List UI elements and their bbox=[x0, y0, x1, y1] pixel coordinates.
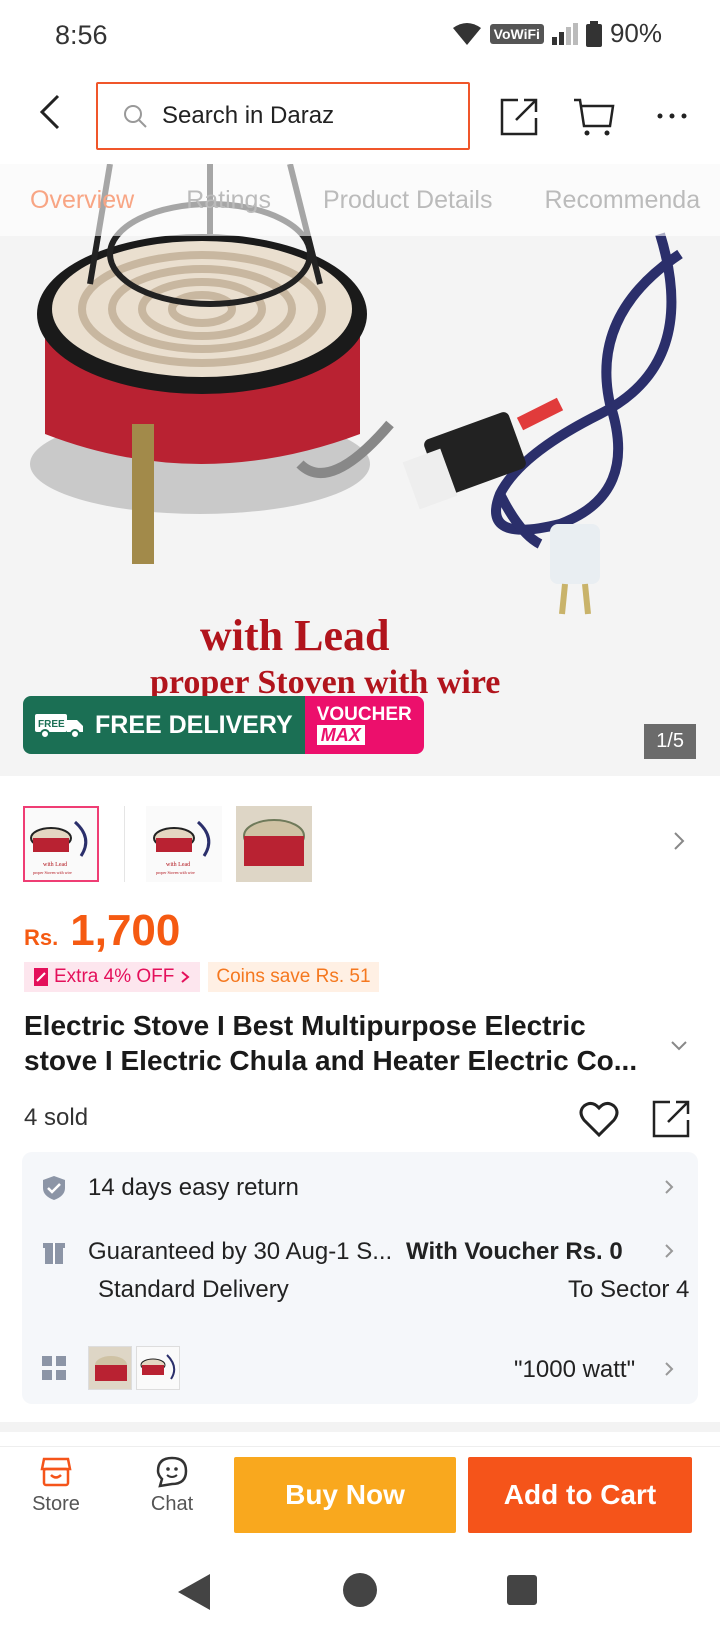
wishlist-heart-icon[interactable] bbox=[578, 1098, 620, 1140]
thumbnail-image: with Lead proper Stoven with wire bbox=[153, 820, 211, 875]
chat-icon bbox=[156, 1456, 188, 1488]
bottom-action-bar: Store Chat Buy Now Add to Cart bbox=[0, 1446, 720, 1542]
thumbnail-2[interactable]: with Lead proper Stoven with wire bbox=[146, 806, 222, 882]
service-info-card: 14 days easy return Guaranteed by 30 Aug… bbox=[22, 1152, 698, 1404]
delivery-destination: To Sector 4 bbox=[568, 1276, 690, 1303]
chevron-right-icon[interactable] bbox=[668, 830, 690, 852]
tab-recommendations[interactable]: Recommenda bbox=[544, 186, 700, 215]
variant-image bbox=[89, 1347, 131, 1389]
nav-recents-icon[interactable] bbox=[506, 1574, 538, 1606]
share-icon[interactable] bbox=[498, 94, 542, 138]
system-navigation-bar bbox=[0, 1548, 720, 1640]
thumbnail-divider bbox=[124, 806, 125, 882]
variant-row[interactable]: "1000 watt" bbox=[22, 1338, 698, 1404]
store-icon bbox=[40, 1457, 72, 1487]
coupon-icon bbox=[34, 968, 48, 986]
tab-ratings[interactable]: Ratings bbox=[186, 186, 271, 215]
vowifi-badge: VoWiFi bbox=[489, 23, 544, 44]
chevron-right-icon bbox=[181, 971, 190, 983]
product-image-gallery[interactable]: Overview Ratings Product Details Recomme… bbox=[0, 164, 720, 776]
free-delivery-voucher-badge: FREE FREE DELIVERY VOUCHER MAX bbox=[23, 696, 424, 754]
extra-off-text: Extra 4% OFF bbox=[54, 966, 175, 987]
price-currency: Rs. bbox=[24, 925, 59, 950]
nav-back-icon[interactable] bbox=[176, 1572, 212, 1612]
return-policy-text: 14 days easy return bbox=[88, 1174, 299, 1201]
thumbnail-caption-line2: proper Stoven with wire bbox=[156, 870, 195, 875]
nav-home-icon[interactable] bbox=[342, 1572, 378, 1608]
add-to-cart-button[interactable]: Add to Cart bbox=[468, 1457, 692, 1533]
buy-now-button[interactable]: Buy Now bbox=[234, 1457, 456, 1533]
store-label: Store bbox=[32, 1493, 80, 1515]
delivery-row[interactable]: Guaranteed by 30 Aug-1 S... With Voucher… bbox=[22, 1220, 698, 1338]
search-placeholder: Search in Daraz bbox=[162, 102, 335, 129]
delivery-truck-icon: FREE bbox=[35, 714, 83, 739]
more-options-icon[interactable] bbox=[650, 94, 694, 138]
variant-image bbox=[140, 1354, 176, 1380]
voucher-text: VOUCHER bbox=[316, 704, 412, 725]
chevron-right-icon bbox=[665, 1244, 674, 1258]
free-badge-text: FREE bbox=[38, 719, 65, 730]
max-text: MAX bbox=[316, 725, 365, 745]
thumbnail-caption-line2: proper Stoven with wire bbox=[33, 870, 72, 875]
thumbnail-1[interactable]: with Lead proper Stoven with wire bbox=[23, 806, 99, 882]
cart-icon[interactable] bbox=[572, 94, 616, 138]
free-delivery-text: FREE DELIVERY bbox=[95, 710, 293, 739]
voucher-max-badge: VOUCHER MAX bbox=[304, 696, 424, 754]
shield-check-icon bbox=[43, 1176, 65, 1200]
store-button[interactable]: Store bbox=[16, 1455, 96, 1516]
status-bar: 8:56 VoWiFi 90% bbox=[0, 0, 720, 72]
image-counter: 1/5 bbox=[644, 724, 696, 759]
status-time: 8:56 bbox=[55, 20, 108, 50]
thumbnail-image bbox=[236, 806, 312, 882]
chat-label: Chat bbox=[150, 1493, 194, 1515]
thumbnail-3[interactable] bbox=[236, 806, 312, 882]
variant-selected: "1000 watt" bbox=[514, 1356, 636, 1383]
chat-button[interactable]: Chat bbox=[132, 1455, 212, 1516]
signal-icon bbox=[551, 22, 578, 45]
variant-thumbnail-1 bbox=[88, 1346, 132, 1390]
coins-tag[interactable]: Coins save Rs. 51 bbox=[208, 962, 379, 992]
wifi-icon bbox=[452, 22, 481, 45]
section-divider bbox=[0, 1422, 720, 1432]
battery-percent: 90% bbox=[609, 18, 662, 48]
battery-icon bbox=[585, 20, 602, 47]
price: Rs. 1,700 bbox=[24, 906, 180, 956]
thumbnail-caption-line1: with Lead bbox=[166, 862, 190, 868]
sold-count: 4 sold bbox=[24, 1104, 89, 1131]
back-arrow-icon[interactable] bbox=[30, 90, 74, 134]
extra-off-tag[interactable]: Extra 4% OFF bbox=[24, 962, 201, 992]
image-caption-line1: with Lead bbox=[200, 611, 390, 660]
voucher-text: With Voucher Rs. 0 bbox=[406, 1238, 623, 1265]
tab-product-details[interactable]: Product Details bbox=[323, 186, 493, 215]
return-policy-row[interactable]: 14 days easy return bbox=[22, 1152, 698, 1220]
variant-thumbnail-2 bbox=[136, 1346, 180, 1390]
thumbnail-image: with Lead proper Stoven with wire bbox=[30, 820, 88, 875]
price-amount: 1,700 bbox=[70, 906, 181, 955]
delivery-type: Standard Delivery bbox=[98, 1276, 289, 1303]
top-nav: Search in Daraz bbox=[0, 72, 720, 164]
chevron-right-icon bbox=[665, 1180, 674, 1194]
search-input[interactable]: Search in Daraz bbox=[96, 82, 470, 150]
tab-overview[interactable]: Overview bbox=[30, 186, 134, 215]
thumbnail-caption-line1: with Lead bbox=[43, 862, 67, 868]
status-icons: VoWiFi 90% bbox=[452, 18, 662, 49]
guarantee-text: Guaranteed by 30 Aug-1 S... bbox=[88, 1238, 393, 1265]
promo-tags: Extra 4% OFF Coins save Rs. 51 bbox=[24, 962, 379, 992]
thumbnail-strip: with Lead proper Stoven with wire with Le… bbox=[0, 800, 720, 886]
section-tabs: Overview Ratings Product Details Recomme… bbox=[0, 164, 720, 236]
chevron-right-icon bbox=[665, 1362, 674, 1376]
search-icon bbox=[124, 105, 147, 128]
gift-box-icon bbox=[43, 1243, 65, 1264]
chevron-down-icon[interactable] bbox=[668, 1034, 690, 1056]
grid-icon bbox=[42, 1356, 66, 1380]
free-delivery-badge: FREE FREE DELIVERY bbox=[23, 696, 305, 754]
share-icon[interactable] bbox=[650, 1096, 694, 1140]
product-title: Electric Stove I Best Multipurpose Elect… bbox=[24, 1010, 638, 1076]
